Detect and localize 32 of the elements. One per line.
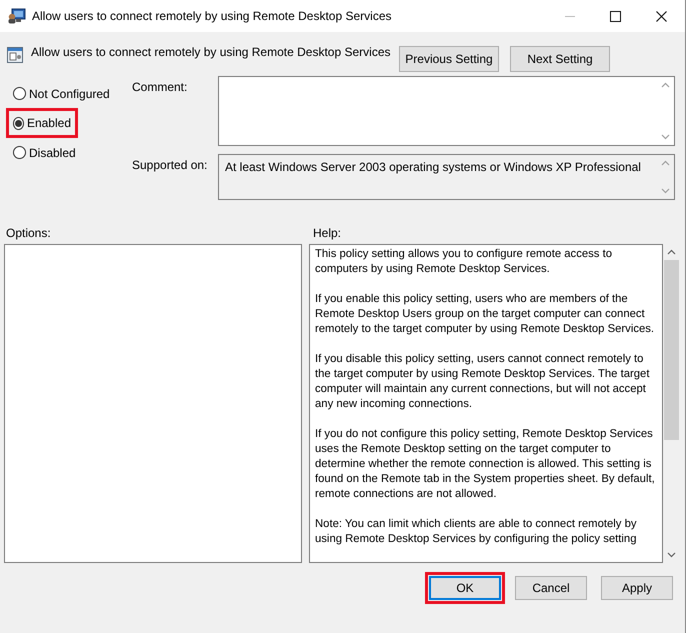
nav-button[interactable]: Previous Setting — [399, 46, 499, 72]
policy-icon — [7, 47, 23, 63]
comment-field[interactable] — [218, 76, 675, 146]
help-paragraph: Note: You can limit which clients are able to connect remotely by using Remote Desktop Services by configuring the policy setting — [315, 517, 638, 547]
supported-on-text: At least Windows Server 2003 operating systems or Windows XP Professional — [224, 159, 642, 176]
scroll-down-icon — [661, 188, 670, 194]
scroll-down-icon — [667, 552, 676, 558]
radio-option[interactable]: Disabled — [6, 142, 128, 163]
scroll-up-icon — [661, 160, 670, 166]
help-paragraph: This policy setting allows you to configure remote access to computers by using Remote Desktop Services. — [315, 247, 613, 277]
help-paragraph: If you disable this policy setting, users cannot connect remotely to the target computer by using Remote Desktop Services. The target computer will maintain any current connections, but will not accept any new incoming connections. — [315, 352, 650, 412]
help-paragraph: If you do not configure this policy setting, Remote Desktop Services uses the Remote Desktop setting on the target computer to determine whether the remote connection is allowed. This setting is found on the Remote tab in the System properties sheet. By default, remote connections are not allowed. — [315, 427, 656, 502]
close-icon — [656, 10, 667, 22]
setting-title: Allow users to connect remotely by using Remote Desktop Services — [31, 45, 392, 59]
dialog-button[interactable]: Cancel — [515, 576, 587, 600]
scrollbar-thumb[interactable] — [664, 260, 679, 440]
radio-option[interactable]: Enabled — [6, 108, 78, 138]
comment-label: Comment: — [131, 79, 188, 96]
nav-button[interactable]: Next Setting — [510, 46, 610, 72]
dialog-button[interactable]: OK — [429, 576, 501, 600]
scroll-down-icon — [661, 134, 670, 140]
supported-on-label: Supported on: — [131, 157, 208, 174]
radio-option[interactable]: Not Configured — [6, 83, 128, 104]
maximize-icon — [610, 10, 621, 22]
scroll-up-icon — [661, 82, 670, 88]
dialog-button[interactable]: Apply — [601, 576, 673, 600]
scroll-up-icon — [667, 249, 676, 255]
options-label: Options: — [6, 226, 52, 242]
help-paragraph: If you enable this policy setting, users who are members of the Remote Desktop Users group on the target computer can connect remotely to the target computer by using Remote Desktop Services. — [315, 292, 656, 337]
window-title: Allow users to connect remotely by using Remote Desktop Services — [32, 9, 392, 23]
computer-icon — [8, 8, 26, 24]
help-label: Help: — [313, 226, 342, 242]
